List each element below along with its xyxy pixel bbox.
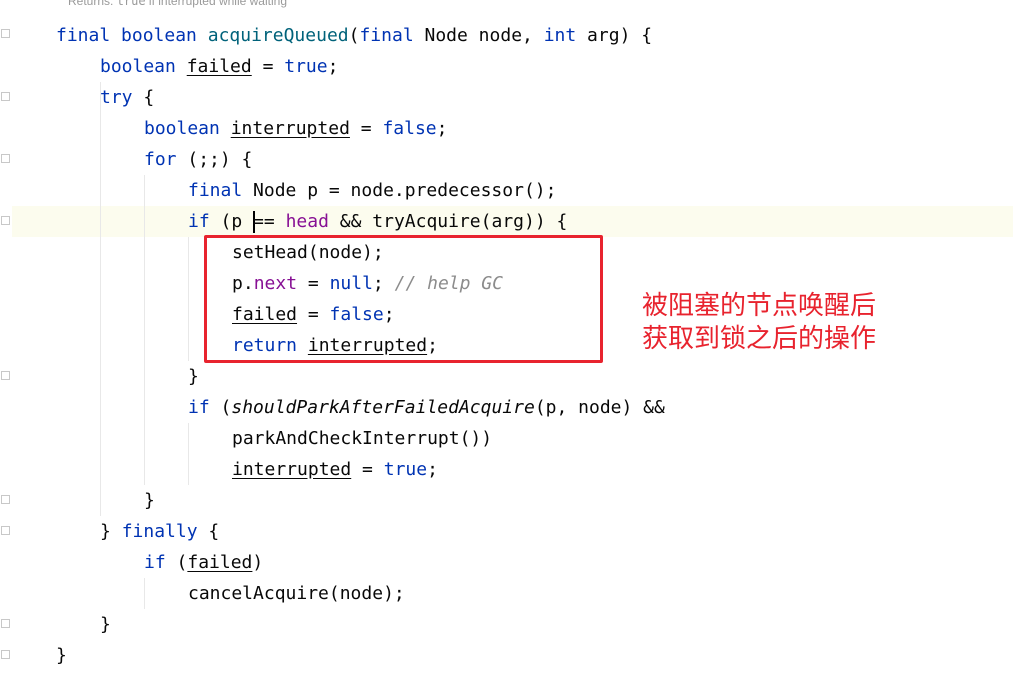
code-line[interactable]: } [188, 361, 199, 392]
code-line[interactable]: cancelAcquire(node); [188, 578, 405, 609]
code-line[interactable]: try { [100, 82, 154, 113]
annotation-text: 被阻塞的节点唤醒后 获取到锁之后的操作 [642, 291, 877, 354]
fold-marker-icon[interactable] [1, 526, 10, 535]
indent-guide [188, 423, 189, 485]
doc-comment-hint: Returns: true if interrupted while waiti… [68, 0, 287, 8]
code-line[interactable]: final Node p = node.predecessor(); [188, 175, 556, 206]
code-line[interactable]: interrupted = true; [232, 454, 438, 485]
fold-marker-icon[interactable] [1, 371, 10, 380]
code-line[interactable]: } [144, 485, 155, 516]
fold-marker-icon[interactable] [1, 619, 10, 628]
fold-marker-icon[interactable] [1, 154, 10, 163]
fold-marker-icon[interactable] [1, 92, 10, 101]
code-line[interactable]: for (;;) { [144, 144, 252, 175]
fold-marker-icon[interactable] [1, 650, 10, 659]
code-line[interactable]: if (shouldParkAfterFailedAcquire(p, node… [188, 392, 665, 423]
code-line[interactable]: parkAndCheckInterrupt()) [232, 423, 492, 454]
indent-guide [144, 175, 145, 485]
code-line-method-signature[interactable]: final boolean acquireQueued(final Node n… [56, 20, 652, 51]
code-line[interactable]: if (failed) [144, 547, 263, 578]
annotation-highlight-box [204, 235, 603, 363]
indent-guide [100, 82, 101, 516]
code-line[interactable]: } finally { [100, 516, 219, 547]
code-line[interactable]: boolean failed = true; [100, 51, 338, 82]
code-line[interactable]: boolean interrupted = false; [144, 113, 447, 144]
code-line-current[interactable]: if (p == head && tryAcquire(arg)) { [188, 206, 567, 237]
fold-marker-icon[interactable] [1, 216, 10, 225]
indent-guide [188, 237, 189, 361]
fold-marker-icon[interactable] [1, 29, 10, 38]
code-line[interactable]: } [56, 640, 67, 671]
indent-guide [144, 578, 145, 609]
fold-marker-icon[interactable] [1, 495, 10, 504]
editor-gutter[interactable] [0, 0, 12, 677]
method-name[interactable]: acquireQueued [208, 25, 349, 46]
code-line[interactable]: } [100, 609, 111, 640]
code-editor[interactable]: Returns: true if interrupted while waiti… [0, 0, 1013, 677]
